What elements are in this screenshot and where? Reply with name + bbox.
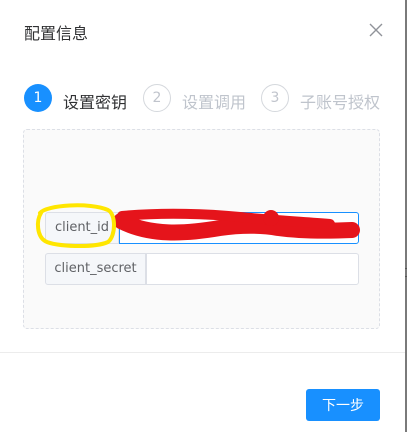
step-1-circle: 1 (24, 84, 52, 112)
dialog-header: 配置信息 (0, 0, 405, 60)
step-2-circle: 2 (143, 84, 171, 112)
footer-divider (0, 352, 405, 353)
client-id-input[interactable] (119, 212, 359, 244)
next-step-button[interactable]: 下一步 (306, 389, 380, 421)
config-dialog: 配置信息 1 设置密钥 2 设置调用 3 子账号授权 client_id cli… (0, 0, 405, 432)
step-3-label: 子账号授权 (300, 93, 381, 112)
step-3-circle: 3 (261, 84, 289, 112)
steps: 1 设置密钥 2 设置调用 3 子账号授权 (0, 84, 405, 116)
client-id-label: client_id (45, 212, 119, 244)
client-secret-label: client_secret (45, 253, 146, 285)
step-1-label: 设置密钥 (63, 93, 128, 112)
close-icon[interactable] (366, 20, 386, 40)
form-panel: client_id client_secret (23, 129, 380, 329)
step-2-label: 设置调用 (182, 93, 247, 112)
dialog-title: 配置信息 (24, 24, 89, 43)
client-secret-input[interactable] (146, 253, 359, 285)
